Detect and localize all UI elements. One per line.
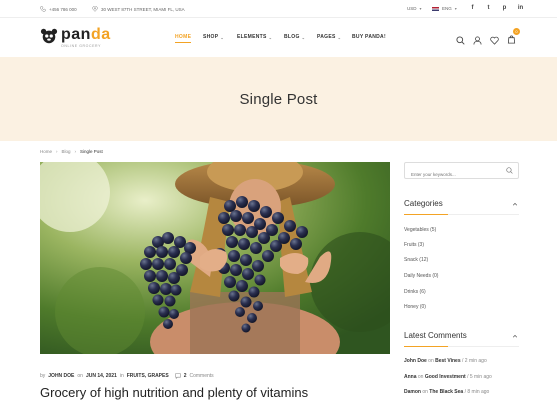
- comment-author[interactable]: John Doe: [404, 358, 427, 364]
- breadcrumb-home[interactable]: Home: [40, 149, 52, 154]
- active-underline: [175, 42, 192, 43]
- flag-icon: [432, 6, 439, 11]
- cart-button[interactable]: 0: [507, 28, 520, 49]
- post-title: Grocery of high nutrition and plenty of …: [40, 385, 309, 400]
- comment-on-label: on: [417, 374, 424, 380]
- meta-on-label: on: [77, 373, 83, 379]
- post-date: JUN 14, 2021: [85, 373, 117, 379]
- comment-time: / 2 min ago: [462, 358, 487, 364]
- comment-author[interactable]: Damon: [404, 389, 421, 395]
- nav-buy[interactable]: BUY PANDA!: [352, 34, 386, 40]
- comment-item: Damon on The Black Sea / 8 min ago: [404, 389, 489, 395]
- social-links: f t p in: [469, 5, 524, 11]
- categories-title: Categories: [404, 199, 443, 208]
- cart-icon: [507, 35, 516, 44]
- comment-post-link[interactable]: The Black Sea: [429, 389, 463, 395]
- comment-author[interactable]: Anna: [404, 374, 417, 380]
- category-link[interactable]: Fruits (3): [404, 242, 424, 248]
- comment-post-link[interactable]: Good Investment: [425, 374, 466, 380]
- language-value: ENG: [442, 6, 452, 11]
- pinterest-icon[interactable]: p: [501, 5, 508, 11]
- breadcrumb-current: Single Post: [80, 149, 103, 154]
- currency-value: USD: [407, 6, 417, 11]
- main-header: panda ONLINE GROCERY HOME SHOP ⌄ ELEMENTS…: [0, 19, 557, 57]
- breadcrumb: Home › Blog › Single Post: [40, 149, 103, 154]
- post-featured-image: [40, 162, 390, 354]
- comment-icon: [175, 373, 181, 379]
- heart-icon[interactable]: [490, 36, 499, 45]
- logo-tagline: ONLINE GROCERY: [61, 44, 102, 48]
- latest-comments-title: Latest Comments: [404, 331, 467, 340]
- linkedin-icon[interactable]: in: [517, 5, 524, 11]
- sidebar-search: [404, 162, 519, 182]
- panda-logo-icon: [40, 28, 58, 44]
- post-meta: by JOHN DOE on JUN 14, 2021 in FRUITS, G…: [40, 373, 214, 379]
- search-icon[interactable]: [506, 167, 513, 174]
- site-logo[interactable]: panda ONLINE GROCERY: [40, 26, 111, 48]
- chevron-right-icon: ›: [56, 149, 58, 154]
- widget-accent-line: [404, 346, 448, 347]
- category-link[interactable]: Drinks (6): [404, 289, 426, 295]
- breadcrumb-blog[interactable]: Blog: [62, 149, 71, 154]
- chevron-down-icon: ⌄: [268, 34, 273, 40]
- comment-on-label: on: [428, 358, 434, 364]
- post-categories-link[interactable]: FRUITS, GRAPES: [127, 373, 169, 379]
- chevron-down-icon: ▾: [454, 6, 457, 11]
- meta-in-label: in: [119, 373, 124, 379]
- meta-by-label: by: [40, 373, 46, 379]
- phone-icon: [40, 6, 46, 12]
- widget-accent-line: [404, 214, 448, 215]
- chevron-up-icon[interactable]: [512, 333, 518, 339]
- page-title: Single Post: [239, 90, 318, 108]
- search-input[interactable]: [405, 167, 500, 182]
- comment-item: John Doe on Best Vines / 2 min ago: [404, 358, 487, 364]
- chevron-down-icon: ▾: [419, 6, 422, 11]
- post-author-link[interactable]: JOHN DOE: [48, 373, 74, 379]
- nav-shop[interactable]: SHOP ⌄: [203, 34, 224, 40]
- top-phone[interactable]: +456 786 000: [40, 6, 77, 12]
- header-actions: 0: [456, 28, 520, 49]
- chevron-down-icon: ⌄: [301, 34, 306, 40]
- top-bar: +456 786 000 30 WEST 87TH STREET, MIAMI …: [0, 0, 557, 18]
- nav-elements[interactable]: ELEMENTS ⌄: [237, 34, 272, 40]
- category-link[interactable]: Honey (0): [404, 304, 426, 310]
- comment-post-link[interactable]: Best Vines: [435, 358, 460, 364]
- chevron-up-icon[interactable]: [512, 201, 518, 207]
- category-link[interactable]: Daily Needs (0): [404, 273, 438, 279]
- logo-wordmark: panda: [61, 26, 111, 43]
- comments-count[interactable]: 2: [184, 373, 187, 379]
- chevron-down-icon: ⌄: [337, 34, 342, 40]
- comment-on-label: on: [422, 389, 428, 395]
- chevron-right-icon: ›: [74, 149, 77, 154]
- nav-blog[interactable]: BLOG ⌄: [284, 34, 305, 40]
- comment-time: / 5 min ago: [467, 374, 492, 380]
- comment-item: Anna on Good Investment / 5 min ago: [404, 374, 492, 380]
- cart-count-badge: 0: [513, 28, 520, 35]
- comment-time: / 8 min ago: [464, 389, 490, 395]
- location-icon: [92, 6, 98, 12]
- currency-selector[interactable]: USD ▾: [407, 6, 422, 11]
- user-icon[interactable]: [473, 35, 482, 45]
- category-link[interactable]: Vegetables (5): [404, 227, 436, 233]
- category-link[interactable]: Snack (12): [404, 257, 428, 263]
- language-selector[interactable]: ENG ▾: [432, 6, 457, 11]
- top-address: 30 WEST 87TH STREET, MIAMI FL, USA: [92, 6, 185, 12]
- page-banner: Single Post: [0, 57, 557, 141]
- twitter-icon[interactable]: t: [485, 5, 492, 11]
- nav-pages[interactable]: PAGES ⌄: [317, 34, 341, 40]
- chevron-down-icon: ⌄: [220, 34, 225, 40]
- search-icon[interactable]: [456, 35, 465, 45]
- phone-text: +456 786 000: [49, 6, 77, 12]
- comments-label[interactable]: Comments: [189, 373, 213, 379]
- nav-home[interactable]: HOME: [175, 34, 192, 43]
- facebook-icon[interactable]: f: [469, 5, 476, 11]
- address-text: 30 WEST 87TH STREET, MIAMI FL, USA: [101, 6, 185, 12]
